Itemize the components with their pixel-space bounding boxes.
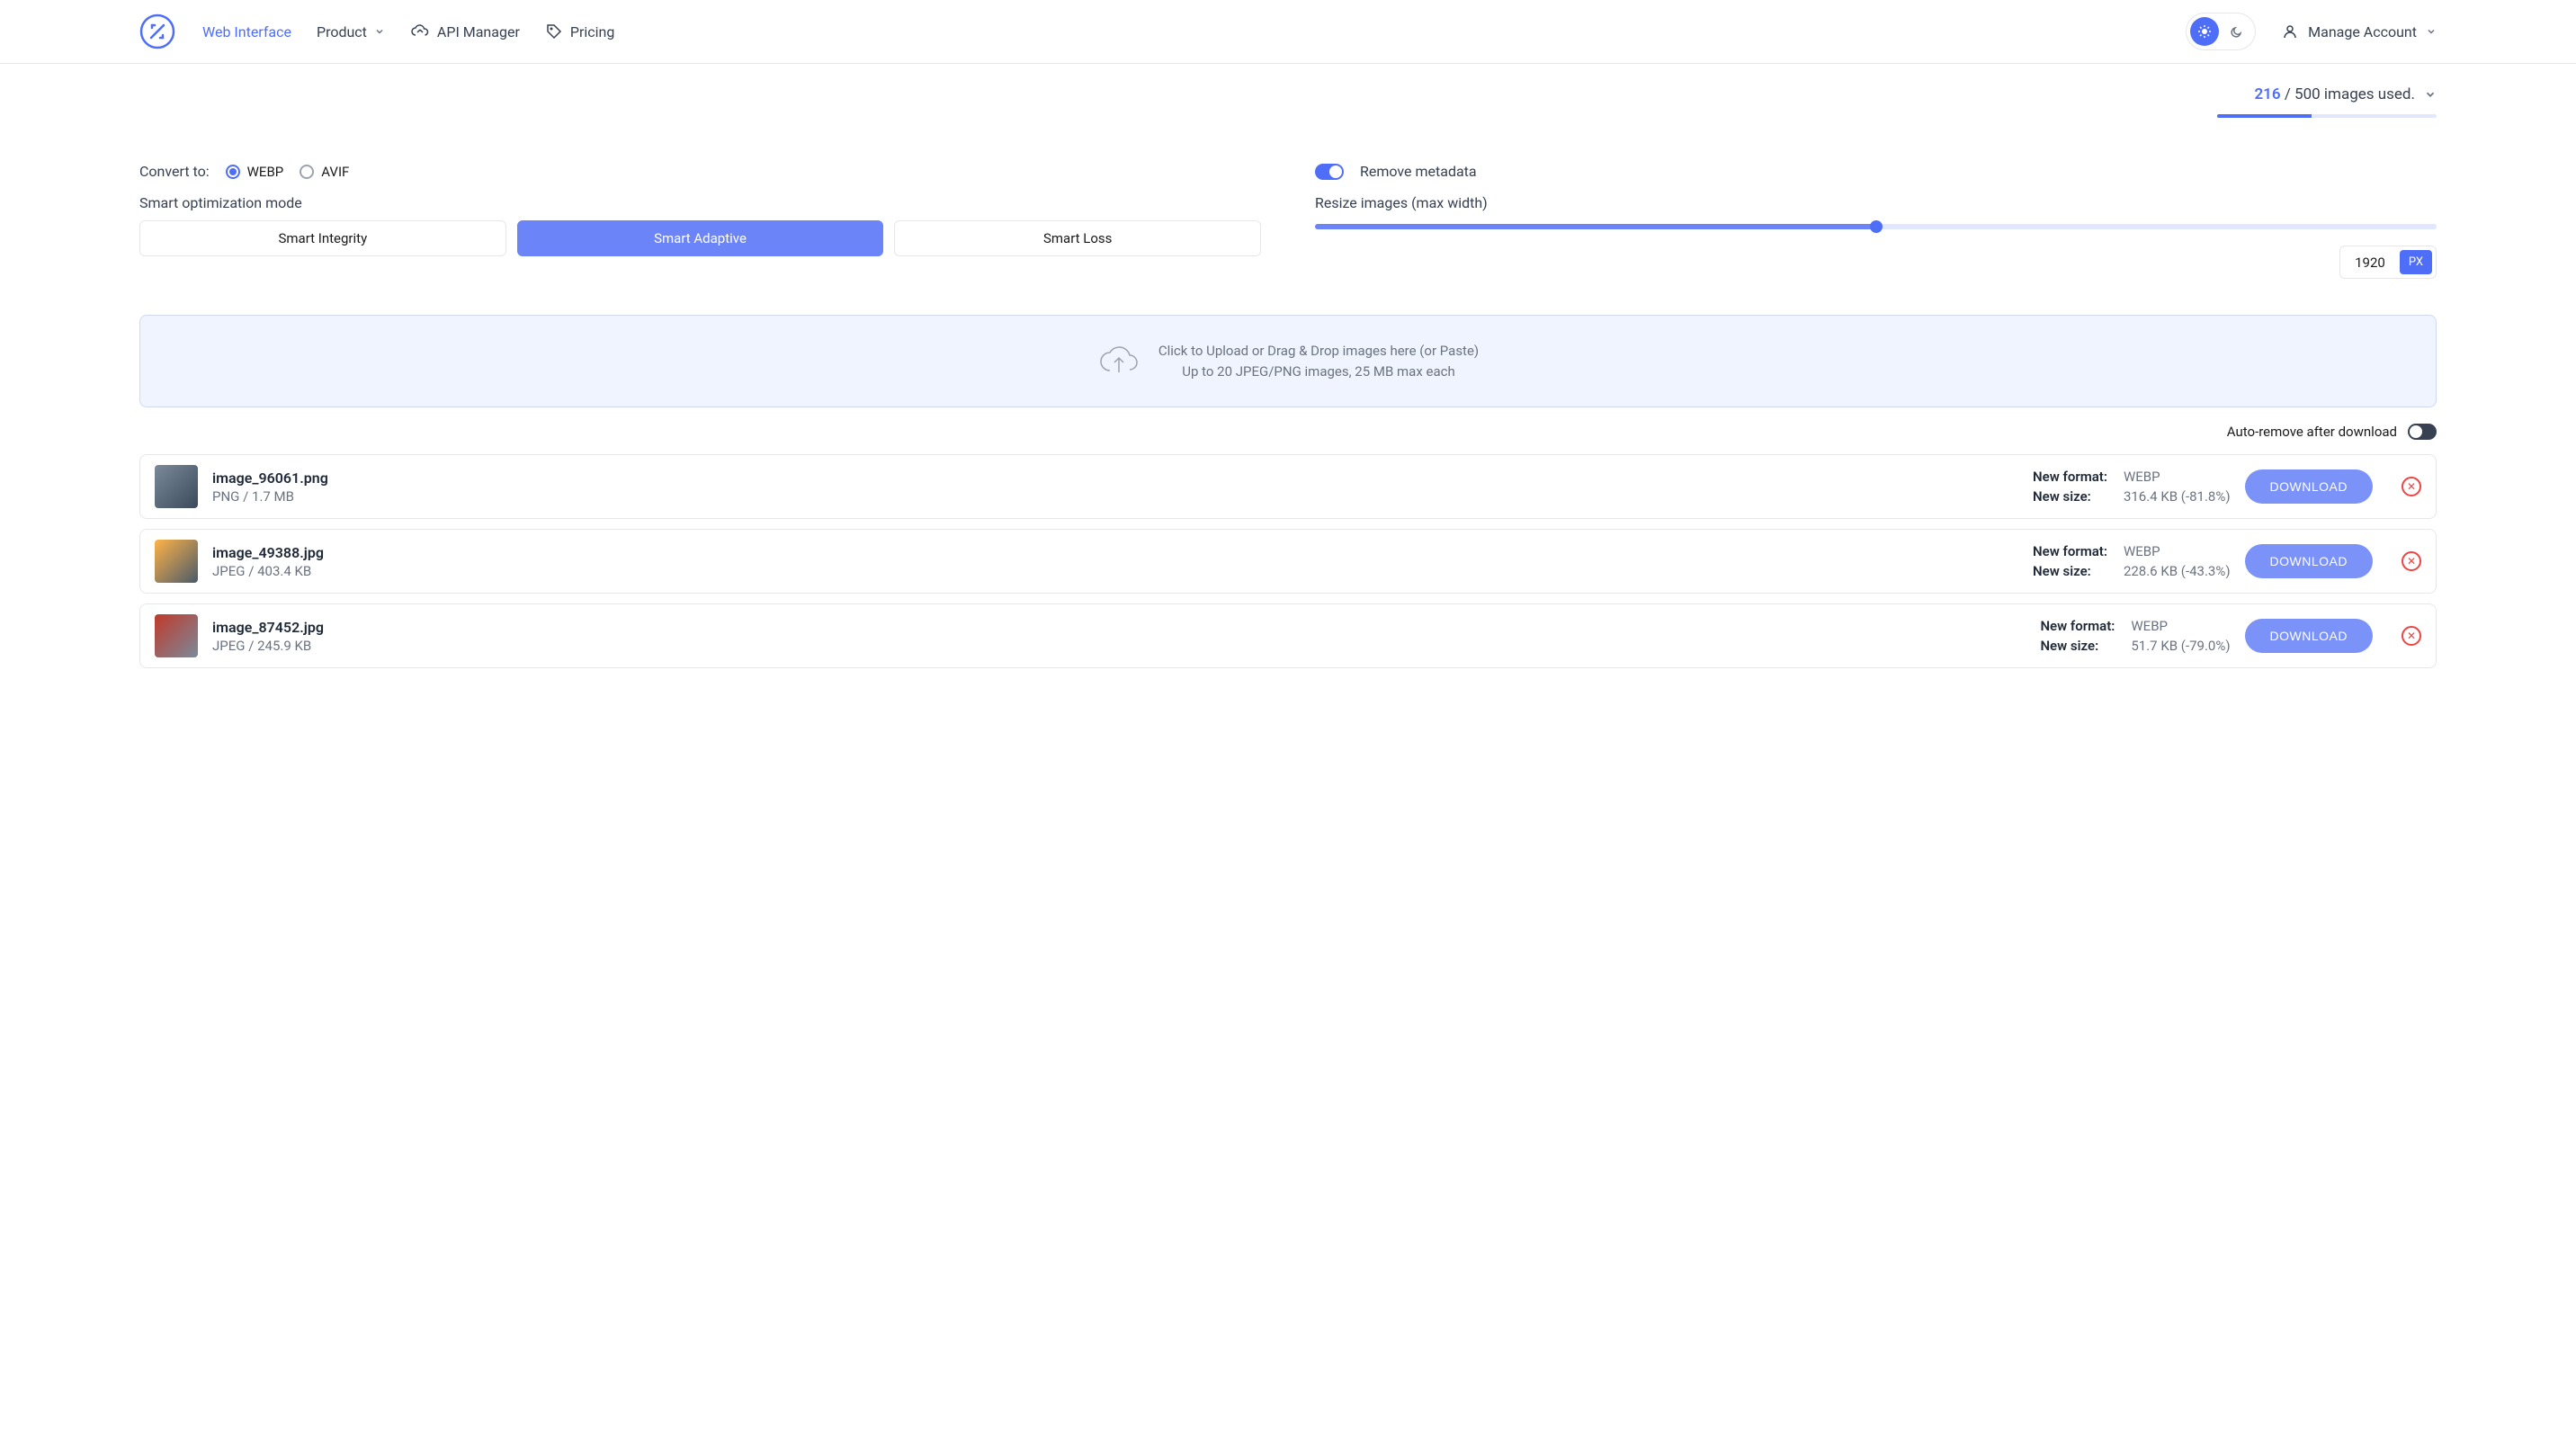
nav-pricing[interactable]: Pricing bbox=[545, 22, 615, 40]
stat-size-label: New size: bbox=[2033, 563, 2107, 579]
usage-panel: 216 / 500 images used. bbox=[139, 85, 2437, 118]
file-subtitle: PNG / 1.7 MB bbox=[212, 488, 2018, 505]
file-subtitle: JPEG / 403.4 KB bbox=[212, 563, 2018, 579]
file-row: image_96061.png PNG / 1.7 MB New format:… bbox=[139, 454, 2437, 519]
file-thumbnail bbox=[155, 465, 198, 508]
convert-radio-webp[interactable]: WEBP bbox=[226, 164, 284, 180]
app-logo bbox=[139, 13, 175, 49]
chevron-down-icon bbox=[374, 26, 385, 37]
main-content: 216 / 500 images used. Convert to: WEBP … bbox=[0, 64, 2576, 700]
remove-button[interactable]: ✕ bbox=[2402, 626, 2421, 646]
close-icon: ✕ bbox=[2407, 555, 2416, 568]
mode-adaptive[interactable]: Smart Adaptive bbox=[517, 220, 884, 256]
stat-format-label: New format: bbox=[2033, 469, 2107, 485]
stat-format-label: New format: bbox=[2040, 618, 2115, 634]
file-row: image_87452.jpg JPEG / 245.9 KB New form… bbox=[139, 603, 2437, 668]
chevron-down-icon bbox=[2426, 26, 2437, 37]
nav-api-manager[interactable]: API Manager bbox=[410, 22, 520, 41]
controls-panel: Convert to: WEBP AVIF Smart optimization… bbox=[139, 163, 2437, 279]
file-name: image_96061.png bbox=[212, 469, 2018, 487]
metadata-switch[interactable] bbox=[1315, 164, 1344, 180]
dropzone-line1: Click to Upload or Drag & Drop images he… bbox=[1158, 341, 1479, 362]
main-nav: Web Interface Product API Manager Pricin… bbox=[202, 22, 614, 41]
download-button[interactable]: DOWNLOAD bbox=[2245, 469, 2373, 504]
close-icon: ✕ bbox=[2407, 480, 2416, 493]
stat-format-value: WEBP bbox=[2131, 618, 2230, 634]
stat-format-value: WEBP bbox=[2124, 543, 2231, 559]
remove-button[interactable]: ✕ bbox=[2402, 477, 2421, 496]
file-subtitle: JPEG / 245.9 KB bbox=[212, 638, 2026, 654]
theme-toggle bbox=[2186, 13, 2256, 50]
convert-radio-avif[interactable]: AVIF bbox=[300, 164, 349, 180]
file-thumbnail bbox=[155, 540, 198, 583]
usage-text: 216 / 500 images used. bbox=[2254, 85, 2415, 103]
sun-icon bbox=[2197, 24, 2212, 39]
stat-size-value: 316.4 KB (-81.8%) bbox=[2124, 488, 2231, 505]
auto-remove-switch[interactable] bbox=[2408, 424, 2437, 440]
convert-label: Convert to: bbox=[139, 163, 210, 180]
file-thumbnail bbox=[155, 614, 198, 657]
stat-format-label: New format: bbox=[2033, 543, 2107, 559]
theme-light-button[interactable] bbox=[2190, 17, 2219, 46]
tag-icon bbox=[545, 22, 563, 40]
stat-format-value: WEBP bbox=[2124, 469, 2231, 485]
upload-dropzone[interactable]: Click to Upload or Drag & Drop images he… bbox=[139, 315, 2437, 407]
nav-web-interface[interactable]: Web Interface bbox=[202, 23, 291, 40]
moon-icon bbox=[2230, 24, 2244, 39]
mode-loss[interactable]: Smart Loss bbox=[894, 220, 1261, 256]
download-button[interactable]: DOWNLOAD bbox=[2245, 619, 2373, 653]
manage-account[interactable]: Manage Account bbox=[2281, 22, 2437, 40]
metadata-label: Remove metadata bbox=[1360, 163, 1477, 180]
resize-slider[interactable] bbox=[1315, 224, 2437, 229]
download-button[interactable]: DOWNLOAD bbox=[2245, 544, 2373, 578]
file-name: image_49388.jpg bbox=[212, 544, 2018, 561]
user-icon bbox=[2281, 22, 2299, 40]
file-name: image_87452.jpg bbox=[212, 619, 2026, 636]
cloud-icon bbox=[410, 22, 430, 41]
resize-unit: PX bbox=[2400, 250, 2432, 274]
cloud-upload-icon bbox=[1097, 344, 1140, 380]
auto-remove-label: Auto-remove after download bbox=[2227, 424, 2397, 440]
stat-size-value: 228.6 KB (-43.3%) bbox=[2124, 563, 2231, 579]
remove-button[interactable]: ✕ bbox=[2402, 551, 2421, 571]
dropzone-line2: Up to 20 JPEG/PNG images, 25 MB max each bbox=[1158, 362, 1479, 382]
mode-group: Smart Integrity Smart Adaptive Smart Los… bbox=[139, 220, 1261, 256]
theme-dark-button[interactable] bbox=[2223, 17, 2251, 46]
mode-label: Smart optimization mode bbox=[139, 194, 1261, 211]
file-row: image_49388.jpg JPEG / 403.4 KB New form… bbox=[139, 529, 2437, 594]
close-icon: ✕ bbox=[2407, 630, 2416, 642]
mode-integrity[interactable]: Smart Integrity bbox=[139, 220, 506, 256]
stat-size-label: New size: bbox=[2040, 638, 2115, 654]
app-header: Web Interface Product API Manager Pricin… bbox=[0, 0, 2576, 64]
stat-size-value: 51.7 KB (-79.0%) bbox=[2131, 638, 2230, 654]
stat-size-label: New size: bbox=[2033, 488, 2107, 505]
resize-label: Resize images (max width) bbox=[1315, 194, 2437, 211]
nav-product[interactable]: Product bbox=[317, 23, 385, 40]
resize-input-group: 1920 PX bbox=[2339, 246, 2437, 279]
chevron-down-icon[interactable] bbox=[2424, 88, 2437, 101]
resize-value[interactable]: 1920 bbox=[2344, 251, 2396, 274]
usage-progress bbox=[2217, 114, 2437, 118]
